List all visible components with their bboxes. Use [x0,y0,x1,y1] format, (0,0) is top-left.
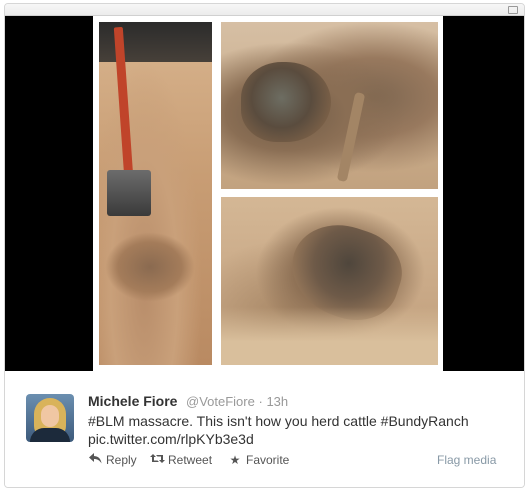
author-handle-time[interactable]: @VoteFiore · 13h [186,394,288,409]
top-strip [5,4,524,16]
author-name[interactable]: Michele Fiore [88,393,177,409]
reply-button[interactable]: Reply [88,453,137,469]
dirt [221,307,438,365]
tweet-card: Michele Fiore @VoteFiore · 13h #BLM mass… [4,3,525,488]
separator: · [258,394,263,409]
carcass-shape [105,232,195,302]
tweet-text-line: #BLM massacre. This isn't how you herd c… [88,413,469,429]
tweet-text: #BLM massacre. This isn't how you herd c… [88,412,508,448]
retweet-label: Retweet [168,453,213,467]
tweet-details: Michele Fiore @VoteFiore · 13h #BLM mass… [5,371,524,487]
favorite-button[interactable]: ★ Favorite [228,453,290,469]
photo-excavator[interactable] [99,22,212,365]
avatar[interactable] [26,394,74,442]
photo-carcass-head[interactable] [221,22,438,189]
carcass-leg [336,91,366,183]
photo-carcass-body[interactable] [221,197,438,365]
flag-media-link[interactable]: Flag media [437,453,496,467]
reply-label: Reply [106,453,137,467]
excavator-bucket [107,170,151,216]
star-icon: ★ [229,453,241,467]
avatar-shirt [30,428,70,442]
retweet-button[interactable]: Retweet [150,453,212,469]
tweet-media-link[interactable]: pic.twitter.com/rlpKYb3e3d [88,430,508,448]
reply-arrow-icon [88,453,102,467]
carcass-head [241,62,331,142]
favorite-label: Favorite [246,453,290,467]
window-icon [508,6,518,14]
avatar-face [41,405,59,427]
author-handle[interactable]: @VoteFiore [186,394,255,409]
timestamp[interactable]: 13h [266,394,288,409]
photo-collage[interactable] [93,16,443,371]
retweet-icon [150,453,165,467]
